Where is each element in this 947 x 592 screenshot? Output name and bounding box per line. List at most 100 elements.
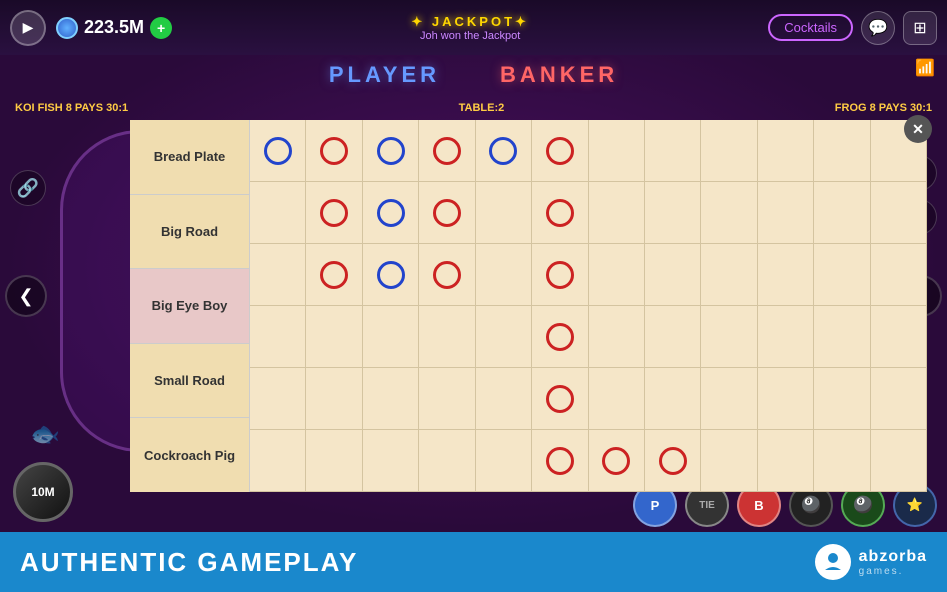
fish-decoration: 🐟 <box>30 420 60 449</box>
grid-cell-1-9 <box>758 182 814 244</box>
grid-cell-4-7 <box>645 368 701 430</box>
circle-red-5-5 <box>546 447 574 475</box>
grid-cell-5-10 <box>814 430 870 492</box>
circle-red-0-1 <box>320 137 348 165</box>
star-icon: ⭐ <box>907 497 923 513</box>
grid-cell-3-9 <box>758 306 814 368</box>
chip-10m[interactable]: 10M <box>13 462 73 522</box>
grid-cell-4-4 <box>476 368 532 430</box>
grid-cell-1-2 <box>363 182 419 244</box>
grid-cell-2-0 <box>250 244 306 306</box>
big-road-label[interactable]: Big Road <box>130 195 249 270</box>
banker-label: BANKER <box>500 62 618 88</box>
grid-cell-1-7 <box>645 182 701 244</box>
big-eye-boy-label[interactable]: Big Eye Boy <box>130 269 249 344</box>
info-bar: KOI FISH 8 PAYS 30:1 TABLE:2 FROG 8 PAYS… <box>0 95 947 120</box>
cocktails-button[interactable]: Cocktails <box>768 14 853 41</box>
grid-cell-2-7 <box>645 244 701 306</box>
grid-cell-2-10 <box>814 244 870 306</box>
circle-blue-2-2 <box>377 261 405 289</box>
grid-cell-2-9 <box>758 244 814 306</box>
link-icon[interactable]: 🔗 <box>10 170 46 206</box>
left-chevron-icon: ❮ <box>18 286 33 307</box>
frog-info: FROG 8 PAYS 30:1 <box>835 102 932 114</box>
grid-cell-1-1 <box>306 182 362 244</box>
circle-blue-0-0 <box>264 137 292 165</box>
add-coins-button[interactable]: + <box>150 17 172 39</box>
grid-cell-4-10 <box>814 368 870 430</box>
grid-cell-3-11 <box>871 306 927 368</box>
ball-8-icon: 🎱 <box>801 495 821 515</box>
table-info: TABLE:2 <box>459 102 505 114</box>
circle-red-3-5 <box>546 323 574 351</box>
grid-cell-1-10 <box>814 182 870 244</box>
road-grid <box>250 120 927 492</box>
jackpot-subtitle: Joh won the Jackpot <box>420 30 520 42</box>
grid-cell-0-9 <box>758 120 814 182</box>
grid-cell-1-3 <box>419 182 475 244</box>
close-icon: ✕ <box>912 121 924 138</box>
small-road-label[interactable]: Small Road <box>130 344 249 419</box>
grid-cell-0-0 <box>250 120 306 182</box>
grid-cell-3-2 <box>363 306 419 368</box>
close-button[interactable]: ✕ <box>904 115 932 143</box>
chip-stack: 10M <box>10 462 76 522</box>
circle-red-2-5 <box>546 261 574 289</box>
coin-area: 223.5M + <box>56 17 172 39</box>
abzorba-text: abzorba games. <box>859 548 927 577</box>
grid-cell-4-0 <box>250 368 306 430</box>
left-side-icons: 🔗 <box>10 170 46 206</box>
grid-button[interactable]: ⊞ <box>903 11 937 45</box>
grid-cell-2-6 <box>589 244 645 306</box>
grid-icon: ⊞ <box>913 18 926 38</box>
grid-cell-5-8 <box>701 430 757 492</box>
grid-cell-4-8 <box>701 368 757 430</box>
grid-cell-0-2 <box>363 120 419 182</box>
circle-red-2-3 <box>433 261 461 289</box>
circle-red-5-6 <box>602 447 630 475</box>
circle-red-1-3 <box>433 199 461 227</box>
nav-left-arrow[interactable]: ❮ <box>5 275 47 317</box>
grid-cell-3-6 <box>589 306 645 368</box>
bread-plate-label[interactable]: Bread Plate <box>130 120 249 195</box>
authentic-gameplay-text: AUTHENTIC GAMEPLAY <box>20 547 358 578</box>
grid-cell-1-4 <box>476 182 532 244</box>
circle-red-1-1 <box>320 199 348 227</box>
coin-amount: 223.5M <box>84 17 144 38</box>
grid-cell-4-1 <box>306 368 362 430</box>
grid-cell-2-3 <box>419 244 475 306</box>
player-banker-bar: PLAYER BANKER <box>0 55 947 95</box>
grid-cell-0-1 <box>306 120 362 182</box>
grid-cell-4-6 <box>589 368 645 430</box>
grid-cell-4-3 <box>419 368 475 430</box>
grid-cell-5-5 <box>532 430 588 492</box>
circle-red-0-5 <box>546 137 574 165</box>
grid-cell-3-0 <box>250 306 306 368</box>
grid-cell-5-9 <box>758 430 814 492</box>
grid-cell-1-11 <box>871 182 927 244</box>
play-button[interactable]: ▶ <box>10 10 46 46</box>
grid-cell-1-0 <box>250 182 306 244</box>
abzorba-logo: abzorba games. <box>815 544 927 580</box>
cockroach-pig-label[interactable]: Cockroach Pig <box>130 418 249 492</box>
circle-red-1-5 <box>546 199 574 227</box>
grid-cell-5-2 <box>363 430 419 492</box>
grid-cell-0-3 <box>419 120 475 182</box>
top-bar: ▶ 223.5M + JACKPOT Joh won the Jackpot C… <box>0 0 947 55</box>
coin-icon <box>56 17 78 39</box>
abzorba-icon <box>815 544 851 580</box>
circle-red-5-7 <box>659 447 687 475</box>
grid-cell-0-10 <box>814 120 870 182</box>
grid-cell-2-2 <box>363 244 419 306</box>
chat-button[interactable]: 💬 <box>861 11 895 45</box>
circle-blue-0-4 <box>489 137 517 165</box>
grid-cell-0-4 <box>476 120 532 182</box>
grid-cell-4-11 <box>871 368 927 430</box>
circle-red-0-3 <box>433 137 461 165</box>
circle-blue-1-2 <box>377 199 405 227</box>
grid-cell-1-6 <box>589 182 645 244</box>
grid-cell-5-4 <box>476 430 532 492</box>
grid-cell-0-8 <box>701 120 757 182</box>
grid-cell-3-4 <box>476 306 532 368</box>
bottom-bar: AUTHENTIC GAMEPLAY abzorba games. <box>0 532 947 592</box>
